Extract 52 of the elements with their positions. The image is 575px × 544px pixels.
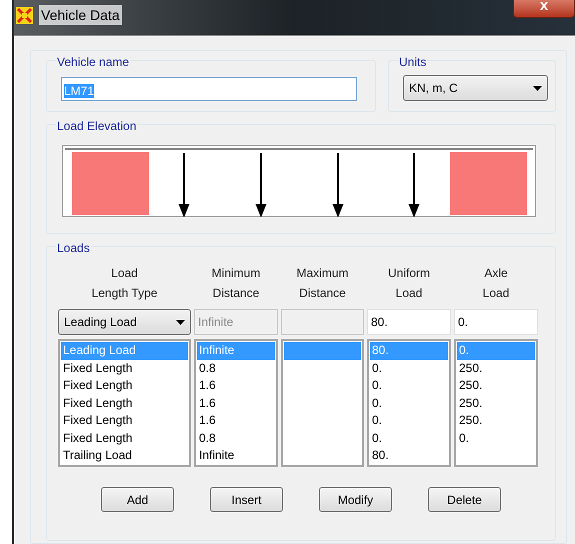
- dialog-button[interactable]: Add: [101, 487, 174, 512]
- list-item[interactable]: 0.: [370, 360, 448, 377]
- list-item[interactable]: 0.: [370, 394, 448, 412]
- list-item[interactable]: Trailing Load: [61, 447, 188, 464]
- list-item[interactable]: 0.: [370, 377, 448, 394]
- column-header: Maximum: [296, 265, 348, 282]
- axle-load-field[interactable]: 0.: [454, 309, 538, 335]
- list-item[interactable]: [284, 342, 361, 360]
- list-item[interactable]: 1.6: [197, 377, 275, 394]
- list-item[interactable]: 80.: [370, 447, 448, 464]
- window-title: Vehicle Data: [39, 5, 122, 25]
- close-button[interactable]: x: [513, 0, 575, 18]
- column-header: Uniform: [388, 265, 430, 282]
- units-dropdown[interactable]: KN, m, C: [403, 75, 548, 101]
- list-item[interactable]: Infinite: [197, 447, 275, 464]
- list-item[interactable]: 0.: [370, 412, 448, 430]
- column-header: Distance: [212, 285, 260, 302]
- column-header: Load: [482, 285, 510, 302]
- column-header: Length Type: [92, 285, 158, 302]
- list-item[interactable]: 0.8: [197, 430, 275, 447]
- column-header: Axle: [484, 265, 508, 282]
- list-item[interactable]: 0.: [457, 430, 535, 447]
- list-item[interactable]: 250.: [457, 360, 535, 377]
- column-header: Load: [396, 285, 422, 302]
- length-type-list[interactable]: Leading Load Fixed Length Fixed Length Fixed Length Fixed Length Fixed Length Trailing Load: [58, 339, 191, 467]
- list-item[interactable]: Fixed Length: [61, 377, 188, 394]
- list-item[interactable]: 0.: [370, 430, 448, 447]
- list-item[interactable]: Fixed Length: [61, 430, 188, 447]
- dialog-button[interactable]: Insert: [210, 487, 283, 512]
- length-type-dropdown[interactable]: Leading Load: [58, 309, 191, 335]
- dropdown-arrow-icon: [533, 86, 542, 90]
- dialog-button[interactable]: Delete: [428, 487, 501, 512]
- list-item[interactable]: 0.8: [197, 360, 275, 377]
- minimum-distance-list[interactable]: Infinite 0.8 1.6 1.6 1.6 0.8 Infinite: [194, 339, 278, 467]
- list-item[interactable]: Fixed Length: [61, 394, 188, 412]
- app-icon: [16, 7, 33, 24]
- list-item[interactable]: 250.: [457, 412, 535, 430]
- column-header: Minimum: [212, 265, 260, 282]
- column-header: Load: [111, 265, 138, 282]
- uniform-load-list[interactable]: 80. 0. 0. 0. 0. 0. 80.: [367, 339, 451, 467]
- dialog-button[interactable]: Modify: [319, 487, 392, 512]
- uniform-load-field[interactable]: 80.: [367, 309, 451, 335]
- maximum-distance-list[interactable]: [281, 339, 364, 467]
- dropdown-arrow-icon: [176, 320, 185, 324]
- axle-load-list[interactable]: 0. 250. 250. 250. 250. 0.: [454, 339, 538, 467]
- list-item[interactable]: 250.: [457, 394, 535, 412]
- column-header: Distance: [299, 285, 346, 302]
- list-item[interactable]: 1.6: [197, 394, 275, 412]
- list-item[interactable]: 1.6: [197, 412, 275, 430]
- list-item[interactable]: Fixed Length: [61, 412, 188, 430]
- list-item[interactable]: Fixed Length: [61, 360, 188, 377]
- list-item[interactable]: 250.: [457, 377, 535, 394]
